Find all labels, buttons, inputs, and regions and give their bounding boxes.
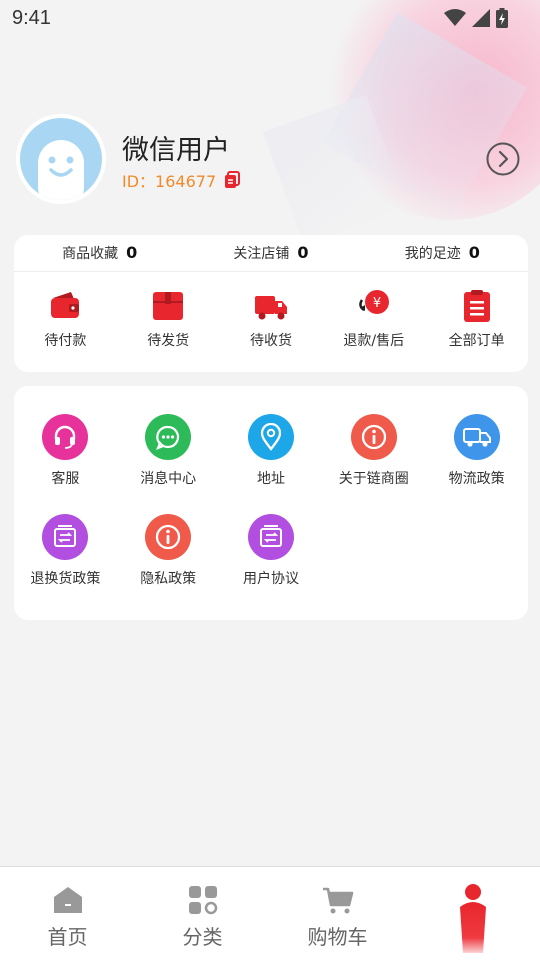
info-icon [350, 414, 397, 460]
wallet-icon [51, 292, 80, 318]
tab-cart[interactable]: 购物车 [270, 867, 405, 960]
tab-label: 分类 [182, 925, 223, 949]
exchange-icon [247, 514, 294, 560]
orders-row: 待付款 待发货 待收货 ¥ 退款/售后 全部订单 [14, 272, 528, 350]
order-pending-payment[interactable]: 待付款 [14, 288, 117, 350]
svg-text:¥: ¥ [373, 296, 381, 311]
cart-icon [322, 887, 353, 914]
stat-label: 关注店铺 [233, 246, 290, 262]
avatar[interactable] [16, 114, 106, 204]
category-icon [188, 886, 217, 915]
orders-card: 商品收藏 0 关注店铺 0 我的足迹 0 待付款 待发货 待收货 ¥ 退款/售后… [14, 235, 528, 372]
order-label: 待收货 [249, 333, 292, 349]
stat-count: 0 [126, 243, 138, 262]
service-return-policy[interactable]: 退换货政策 [14, 514, 117, 588]
stat-count: 0 [297, 243, 309, 262]
service-about[interactable]: 关于链商圈 [322, 414, 425, 488]
headset-icon [42, 414, 89, 460]
exchange-icon [42, 514, 89, 560]
order-label: 待发货 [147, 333, 190, 349]
order-pending-shipment[interactable]: 待发货 [117, 288, 220, 350]
service-logistics-policy[interactable]: 物流政策 [425, 414, 528, 488]
services-grid: 客服 消息中心 地址 关于链商圈 物流政策 退换货政策 隐私政策 用户协议 [14, 386, 528, 588]
service-label: 隐私政策 [140, 571, 197, 587]
status-bar: 9:41 [0, 0, 540, 36]
battery-icon [496, 8, 508, 28]
stat-footprints[interactable]: 我的足迹 0 [357, 243, 528, 263]
services-card: 客服 消息中心 地址 关于链商圈 物流政策 退换货政策 隐私政策 用户协议 [14, 386, 528, 620]
stat-followed-shops[interactable]: 关注店铺 0 [185, 243, 356, 263]
stat-label: 商品收藏 [62, 246, 119, 262]
bottom-tab-bar: 首页 分类 购物车 [0, 866, 540, 960]
location-icon [247, 414, 294, 460]
clipboard-icon [463, 290, 490, 322]
stat-favorites[interactable]: 商品收藏 0 [14, 243, 185, 263]
order-all[interactable]: 全部订单 [425, 288, 528, 350]
profile-header[interactable]: 微信用户 ID：164677 [16, 114, 524, 206]
tab-label: 购物车 [307, 925, 368, 949]
user-id: ID：164677 [122, 172, 217, 191]
truck-icon [453, 414, 500, 460]
service-address[interactable]: 地址 [220, 414, 323, 488]
service-messages[interactable]: 消息中心 [117, 414, 220, 488]
message-icon [145, 414, 192, 460]
order-label: 退款/售后 [343, 333, 405, 349]
service-customer-support[interactable]: 客服 [14, 414, 117, 488]
copy-icon[interactable] [224, 171, 241, 189]
service-label: 用户协议 [242, 571, 299, 587]
service-label: 关于链商圈 [338, 471, 409, 487]
user-name: 微信用户 [122, 135, 230, 166]
tab-label: 首页 [47, 925, 88, 949]
tab-home[interactable]: 首页 [0, 867, 135, 960]
stat-count: 0 [468, 243, 480, 262]
service-user-agreement[interactable]: 用户协议 [220, 514, 323, 588]
tab-category[interactable]: 分类 [135, 867, 270, 960]
order-refund-aftersales[interactable]: ¥ 退款/售后 [322, 288, 425, 350]
service-label: 客服 [51, 471, 80, 487]
stats-row: 商品收藏 0 关注店铺 0 我的足迹 0 [14, 235, 528, 272]
service-label: 退换货政策 [30, 571, 101, 587]
wifi-icon [444, 9, 466, 26]
stat-label: 我的足迹 [404, 246, 461, 262]
tab-profile[interactable] [405, 867, 540, 960]
service-privacy-policy[interactable]: 隐私政策 [117, 514, 220, 588]
order-pending-receipt[interactable]: 待收货 [220, 288, 323, 350]
default-avatar-icon [38, 140, 84, 200]
service-label: 消息中心 [140, 471, 197, 487]
home-icon [53, 887, 82, 913]
profile-icon [459, 884, 486, 953]
service-label: 物流政策 [448, 471, 505, 487]
info-icon [145, 514, 192, 560]
refund-icon: ¥ [358, 290, 389, 314]
status-time: 9:41 [12, 6, 51, 29]
service-label: 地址 [256, 471, 285, 487]
box-icon [153, 292, 184, 320]
truck-icon [254, 296, 287, 320]
status-icons [444, 8, 508, 28]
order-label: 待付款 [44, 333, 87, 349]
order-label: 全部订单 [448, 333, 505, 349]
chevron-right-icon[interactable] [486, 142, 520, 176]
signal-icon [472, 9, 490, 27]
